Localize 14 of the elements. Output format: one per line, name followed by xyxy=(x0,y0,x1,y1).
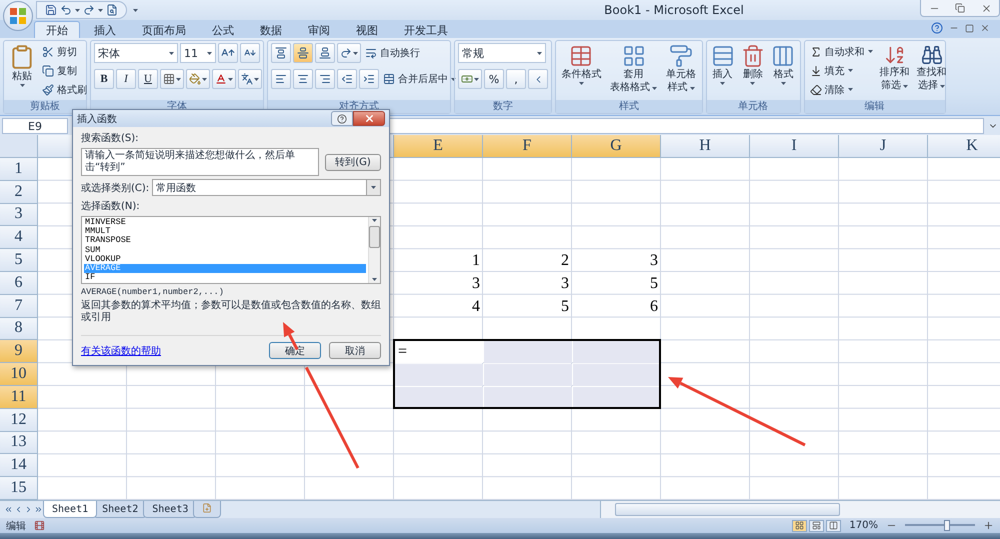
window-title: Book1 - Microsoft Excel xyxy=(603,3,745,17)
function-syntax: AVERAGE(number1,number2,...) xyxy=(81,287,225,297)
field-label: 搜索函数(S): xyxy=(81,132,140,145)
group-label: 样式 xyxy=(556,100,702,113)
zoom-level: 170% xyxy=(849,520,878,531)
group-label: 编辑 xyxy=(804,100,944,113)
group-label: 剪贴板 xyxy=(4,100,86,113)
group-label: 单元格 xyxy=(706,100,800,113)
function-description: 返回其参数的算术平均值；参数可以是数值或包含数值的名称、数组或引用 xyxy=(81,300,381,324)
group-label: 数字 xyxy=(455,100,551,113)
field-label: 选择函数(N): xyxy=(81,200,141,213)
status-mode: 编辑 xyxy=(6,520,26,532)
field-label: 或选择类别(C): xyxy=(81,182,150,194)
dialog-title: 插入函数 xyxy=(77,112,118,126)
